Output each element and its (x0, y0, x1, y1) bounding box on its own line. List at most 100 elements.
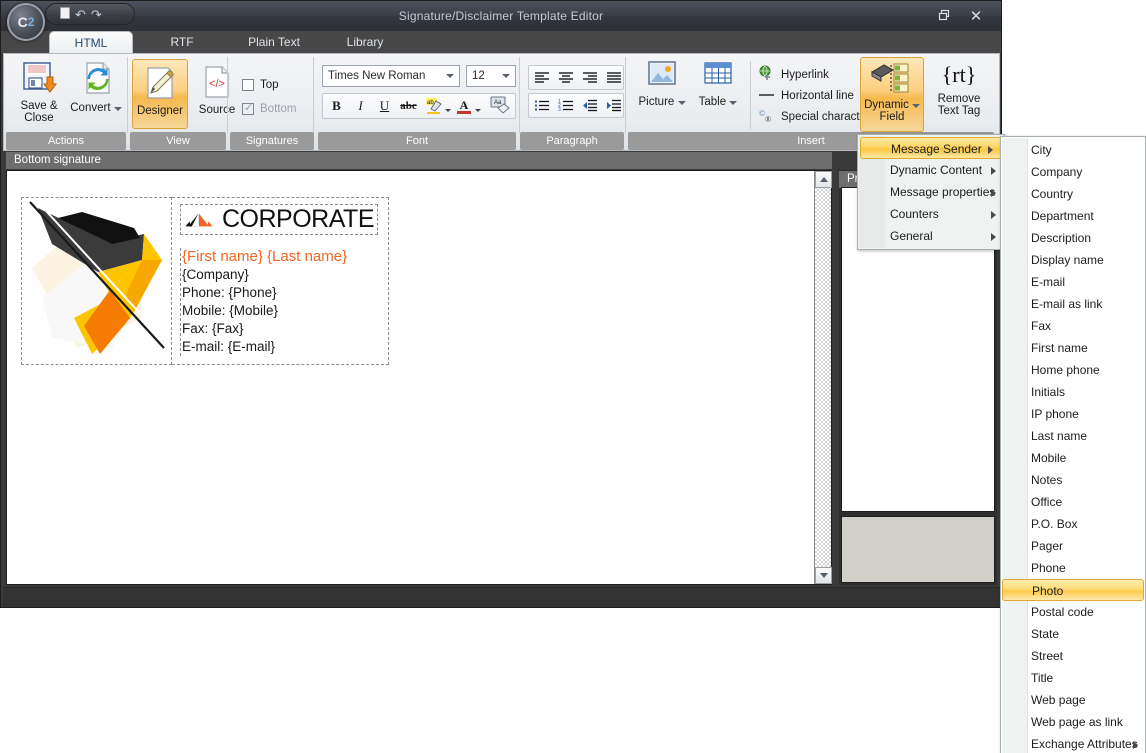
editor-vertical-scrollbar[interactable] (814, 171, 832, 584)
screen-root: Signature/Disclaimer Template Editor ✕ C… (0, 0, 1146, 753)
tab-plain-text[interactable]: Plain Text (229, 31, 319, 53)
menu-item-mobile[interactable]: Mobile (1001, 447, 1145, 469)
menu-item-description[interactable]: Description (1001, 227, 1145, 249)
menu-item-home-phone[interactable]: Home phone (1001, 359, 1145, 381)
status-bar (3, 587, 1000, 607)
menu-item-last-name[interactable]: Last name (1001, 425, 1145, 447)
scroll-down-button[interactable] (815, 567, 832, 584)
orb-letter: C (17, 14, 28, 30)
increase-indent-icon[interactable] (602, 94, 625, 116)
ribbon-group-signatures: Top Bottom (228, 55, 314, 133)
menu-item-country[interactable]: Country (1001, 183, 1145, 205)
highlight-color-dropdown[interactable] (443, 99, 453, 121)
menu-item-e-mail[interactable]: E-mail (1001, 271, 1145, 293)
menu-item-label: P.O. Box (1031, 517, 1078, 531)
menu-item-state[interactable]: State (1001, 623, 1145, 645)
menu-item-pager[interactable]: Pager (1001, 535, 1145, 557)
chevron-down-icon[interactable] (113, 107, 122, 111)
align-center-icon[interactable] (554, 66, 577, 88)
submenu-arrow-icon (1133, 741, 1138, 749)
new-document-icon[interactable] (60, 7, 70, 21)
hyperlink-button[interactable]: Hyperlink (758, 65, 829, 85)
menu-item-web-page[interactable]: Web page (1001, 689, 1145, 711)
chevron-down-icon[interactable] (729, 101, 738, 105)
convert-icon (70, 61, 122, 98)
table-button[interactable]: Table (692, 59, 744, 108)
restore-icon[interactable] (931, 7, 957, 27)
picture-button[interactable]: Picture (634, 59, 690, 108)
special-character-button[interactable]: © ® Special character (758, 107, 870, 127)
font-family-select[interactable]: Times New Roman (322, 65, 460, 87)
menu-item-exchange-attributes[interactable]: Exchange Attributes (1001, 733, 1145, 753)
align-justify-icon[interactable] (602, 66, 625, 88)
convert-button[interactable]: Convert (70, 61, 122, 114)
menu-item-fax[interactable]: Fax (1001, 315, 1145, 337)
picture-label: Picture (638, 96, 675, 108)
clear-formatting-button[interactable]: Aa (488, 95, 512, 117)
tab-rtf[interactable]: RTF (141, 31, 223, 53)
menu-item-office[interactable]: Office (1001, 491, 1145, 513)
restore-glyph (938, 9, 950, 21)
menu-item-city[interactable]: City (1001, 139, 1145, 161)
menu-item-title[interactable]: Title (1001, 667, 1145, 689)
scroll-up-button[interactable] (815, 171, 832, 188)
strikethrough-button[interactable]: abc (397, 95, 420, 117)
designer-button[interactable]: Designer (132, 59, 188, 129)
tab-html[interactable]: HTML (49, 31, 133, 53)
menu-item-label: Counters (890, 207, 939, 221)
menu-item-label: Home phone (1031, 363, 1100, 377)
font-color-dropdown[interactable] (473, 99, 483, 121)
menu-item-first-name[interactable]: First name (1001, 337, 1145, 359)
menu-item-department[interactable]: Department (1001, 205, 1145, 227)
font-color-button[interactable]: A (454, 95, 474, 117)
menu-item-notes[interactable]: Notes (1001, 469, 1145, 491)
remove-text-tag-button[interactable]: {rt} Remove Text Tag (928, 59, 990, 117)
application-menu-orb[interactable]: C2 (7, 3, 45, 41)
save-and-close-button[interactable]: Save & Close (12, 61, 66, 124)
align-left-icon[interactable] (530, 66, 553, 88)
special-character-label: Special character (781, 111, 870, 123)
remove-text-tag-label-2: Text Tag (937, 105, 981, 117)
menu-item-message-sender[interactable]: Message Sender (860, 137, 1002, 159)
tab-library[interactable]: Library (323, 31, 407, 53)
menu-item-dynamic-content[interactable]: Dynamic Content (858, 159, 1004, 181)
menu-item-e-mail-as-link[interactable]: E-mail as link (1001, 293, 1145, 315)
signature-bottom-checkbox[interactable]: Bottom (242, 101, 296, 115)
signature-top-checkbox[interactable]: Top (242, 79, 279, 91)
editor-canvas[interactable]: CORPORATE {First name} {Last name} {Comp… (7, 171, 814, 584)
font-size-select[interactable]: 12 (466, 65, 516, 87)
chevron-down-icon[interactable] (677, 101, 686, 105)
highlight-color-button[interactable]: ab (424, 95, 444, 117)
bullet-list-icon[interactable] (530, 94, 553, 116)
menu-item-p-o-box[interactable]: P.O. Box (1001, 513, 1145, 535)
menu-item-initials[interactable]: Initials (1001, 381, 1145, 403)
signature-block[interactable]: CORPORATE {First name} {Last name} {Comp… (21, 197, 389, 365)
menu-item-postal-code[interactable]: Postal code (1001, 601, 1145, 623)
italic-button[interactable]: I (349, 95, 372, 117)
undo-icon[interactable]: ↶ (75, 8, 86, 21)
menu-item-ip-phone[interactable]: IP phone (1001, 403, 1145, 425)
align-right-icon[interactable] (578, 66, 601, 88)
menu-item-counters[interactable]: Counters (858, 203, 1004, 225)
horizontal-line-button[interactable]: Horizontal line (758, 86, 854, 106)
menu-item-phone[interactable]: Phone (1001, 557, 1145, 579)
redo-icon[interactable]: ↷ (91, 8, 102, 21)
menu-item-display-name[interactable]: Display name (1001, 249, 1145, 271)
signature-editor-pane[interactable]: CORPORATE {First name} {Last name} {Comp… (6, 170, 832, 585)
submenu-arrow-icon (991, 233, 996, 241)
menu-item-web-page-as-link[interactable]: Web page as link (1001, 711, 1145, 733)
convert-label: Convert (70, 102, 111, 114)
menu-item-street[interactable]: Street (1001, 645, 1145, 667)
menu-item-company[interactable]: Company (1001, 161, 1145, 183)
bold-button[interactable]: B (325, 95, 348, 117)
menu-item-message-properties[interactable]: Message properties (858, 181, 1004, 203)
close-icon[interactable]: ✕ (963, 7, 989, 27)
underline-button[interactable]: U (373, 95, 396, 117)
group-label-signatures: Signatures (230, 132, 314, 150)
decrease-indent-icon[interactable] (578, 94, 601, 116)
menu-item-general[interactable]: General (858, 225, 1004, 247)
dynamic-field-button[interactable]: Dynamic Field (860, 57, 924, 132)
numbered-list-icon[interactable]: 123 (554, 94, 577, 116)
menu-item-photo[interactable]: Photo (1002, 579, 1144, 601)
chevron-down-icon[interactable] (911, 104, 920, 108)
